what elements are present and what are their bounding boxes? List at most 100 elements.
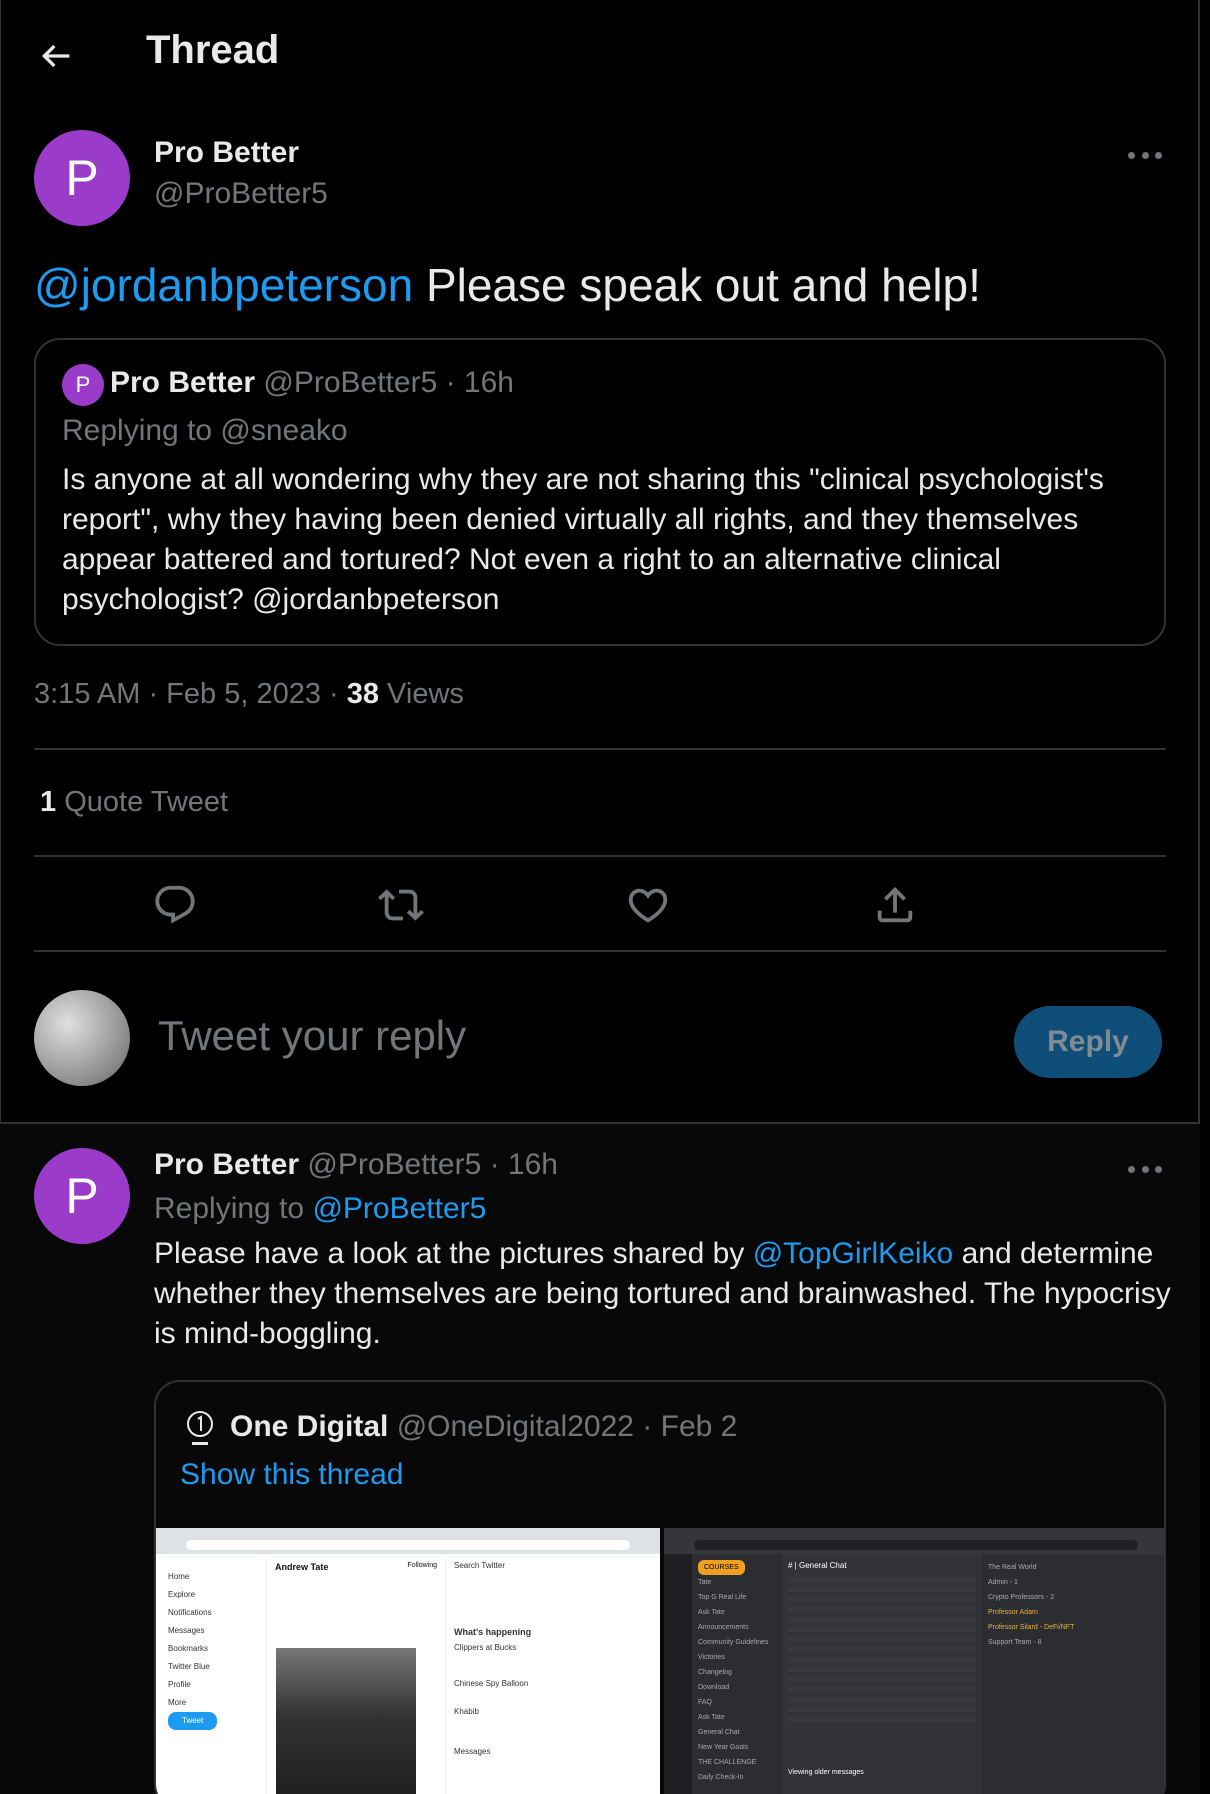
media-image-twitter[interactable]: Home Explore Notifications Messages Book…	[156, 1528, 660, 1794]
chat-messages	[788, 1577, 976, 1727]
share-icon[interactable]	[872, 882, 918, 928]
nav-item: Messages	[168, 1626, 205, 1635]
channel-item: Community Guidelines	[698, 1639, 769, 1646]
tweet-text: @jordanbpeterson Please speak out and he…	[34, 258, 981, 312]
channel-item: FAQ	[698, 1699, 713, 1706]
channel-item: Announcements	[698, 1624, 749, 1631]
more-options-icon[interactable]	[1128, 150, 1162, 160]
trend-heading: What's happening	[454, 1627, 532, 1637]
quoted-header: Pro Better @ProBetter5 · 16h	[110, 366, 514, 400]
reply-replying-to: Replying to @ProBetter5	[154, 1192, 486, 1226]
embedded-quote-card[interactable]: One Digital @OneDigital2022 · Feb 2 Show…	[154, 1380, 1166, 1794]
like-icon[interactable]	[625, 882, 671, 928]
show-thread-link[interactable]: Show this thread	[180, 1458, 403, 1492]
older-messages-banner: Viewing older messages	[788, 1769, 864, 1776]
page-title: Thread	[146, 28, 280, 72]
quote-tweets-link[interactable]: 1 Quote Tweet	[40, 786, 228, 819]
channel-item: Changelog	[698, 1669, 732, 1676]
reply-tweet[interactable]: P Pro Better @ProBetter5 · 16h Replying …	[0, 1124, 1200, 1794]
user-avatar[interactable]	[34, 990, 130, 1086]
mention-link[interactable]: @jordanbpeterson	[34, 259, 413, 311]
reply-header: Pro Better @ProBetter5 · 16h	[154, 1148, 558, 1182]
reply-text-a: Please have a look at the pictures share…	[154, 1237, 753, 1270]
browser-chrome	[156, 1528, 660, 1554]
nav-item: More	[168, 1698, 187, 1707]
channel-item: Tate	[698, 1579, 712, 1586]
more-options-icon[interactable]	[1128, 1164, 1162, 1174]
media-grid: Home Explore Notifications Messages Book…	[156, 1528, 1164, 1794]
channel-list: COURSES Tate Top G Real Life Ask Tate An…	[692, 1554, 780, 1794]
action-bar	[34, 860, 1166, 950]
reply-author-avatar[interactable]: P	[34, 1148, 130, 1244]
tweet-meta: 3:15 AM · Feb 5, 2023 · 38 Views	[34, 678, 464, 711]
member-item: Professor Adam	[988, 1609, 1038, 1616]
tweet-body: Please speak out and help!	[413, 259, 981, 311]
channel-item: New Year Goals	[698, 1744, 749, 1751]
divider	[34, 950, 1166, 952]
retweet-icon[interactable]	[378, 882, 424, 928]
quoted-name: Pro Better	[110, 366, 256, 399]
twitter-nav: Home Explore Notifications Messages Book…	[168, 1568, 258, 1730]
quoted-tweet-card[interactable]: P Pro Better @ProBetter5 · 16h Replying …	[34, 338, 1166, 646]
trend-item: Khabib	[454, 1707, 479, 1716]
divider	[34, 855, 1166, 857]
reply-icon[interactable]	[152, 882, 198, 928]
reply-author-handle[interactable]: @ProBetter5 · 16h	[307, 1148, 558, 1181]
reply-composer: Tweet your reply Reply	[0, 960, 1200, 1120]
embedded-quote-header: One Digital @OneDigital2022 · Feb 2	[230, 1410, 737, 1444]
nav-item: Profile	[168, 1680, 191, 1689]
nav-item: Notifications	[168, 1608, 212, 1617]
channel-title: # | General Chat	[788, 1561, 847, 1570]
one-digital-logo-icon	[187, 1411, 213, 1445]
reply-author-name[interactable]: Pro Better	[154, 1148, 299, 1181]
author-avatar[interactable]: P	[34, 130, 130, 226]
trend-item: Messages	[454, 1747, 491, 1756]
channel-item: Ask Tate	[698, 1714, 725, 1721]
views-count: 38	[346, 678, 379, 710]
mention-link[interactable]: @TopGirlKeiko	[753, 1237, 954, 1270]
author-name[interactable]: Pro Better	[154, 136, 299, 170]
quoted-avatar: P	[62, 364, 104, 406]
member-item: The Real World	[988, 1564, 1037, 1571]
member-list: The Real World Admin - 1 Crypto Professo…	[982, 1554, 1102, 1794]
member-item: Support Team - 8	[988, 1639, 1042, 1646]
nav-item: Home	[168, 1572, 190, 1581]
server-sidebar	[664, 1554, 692, 1794]
divider	[34, 748, 1166, 750]
channel-item: Download	[698, 1684, 730, 1691]
replying-handle-link[interactable]: @ProBetter5	[312, 1192, 486, 1225]
embedded-quote-name: One Digital	[230, 1410, 389, 1443]
media-image-discord[interactable]: COURSES Tate Top G Real Life Ask Tate An…	[664, 1528, 1164, 1794]
timestamp[interactable]: 3:15 AM · Feb 5, 2023 ·	[34, 678, 347, 710]
quoted-replying-to: Replying to @sneako	[62, 414, 348, 447]
reply-button[interactable]: Reply	[1014, 1006, 1162, 1078]
channel-item: General Chat	[698, 1729, 740, 1736]
reply-input[interactable]: Tweet your reply	[158, 1012, 466, 1060]
following-badge: Following	[407, 1562, 437, 1569]
tweet-photo	[276, 1648, 416, 1794]
views-label: Views	[379, 678, 464, 710]
browser-url-bar	[186, 1540, 630, 1550]
nav-item: Explore	[168, 1590, 196, 1599]
courses-pill: COURSES	[698, 1560, 745, 1575]
quote-label: Quote Tweet	[56, 786, 229, 818]
trend-item: Clippers at Bucks	[454, 1643, 517, 1652]
quoted-handle: @ProBetter5 · 16h	[263, 366, 514, 399]
member-item: Admin - 1	[988, 1579, 1018, 1586]
reply-text: Please have a look at the pictures share…	[154, 1234, 1174, 1354]
member-item: Crypto Professors - 2	[988, 1594, 1055, 1601]
nav-item: Bookmarks	[168, 1644, 209, 1653]
quote-count: 1	[40, 786, 57, 818]
channel-item: Daily Check-In	[698, 1774, 744, 1781]
back-arrow-icon[interactable]	[36, 36, 76, 76]
member-item: Professor Silard - DeFi/NFT	[988, 1624, 1075, 1631]
channel-item: Top G Real Life	[698, 1594, 747, 1601]
embedded-quote-handle: @OneDigital2022 · Feb 2	[396, 1410, 738, 1443]
trend-item: Chinese Spy Balloon	[454, 1679, 529, 1688]
replying-prefix: Replying to	[154, 1192, 313, 1225]
quoted-text: Is anyone at all wondering why they are …	[62, 463, 1104, 616]
author-handle[interactable]: @ProBetter5	[154, 177, 328, 211]
channel-item: Ask Tate	[698, 1609, 725, 1616]
trend-item: Search Twitter	[454, 1561, 505, 1570]
chat-area: # | General Chat Viewing older messages	[782, 1554, 982, 1794]
